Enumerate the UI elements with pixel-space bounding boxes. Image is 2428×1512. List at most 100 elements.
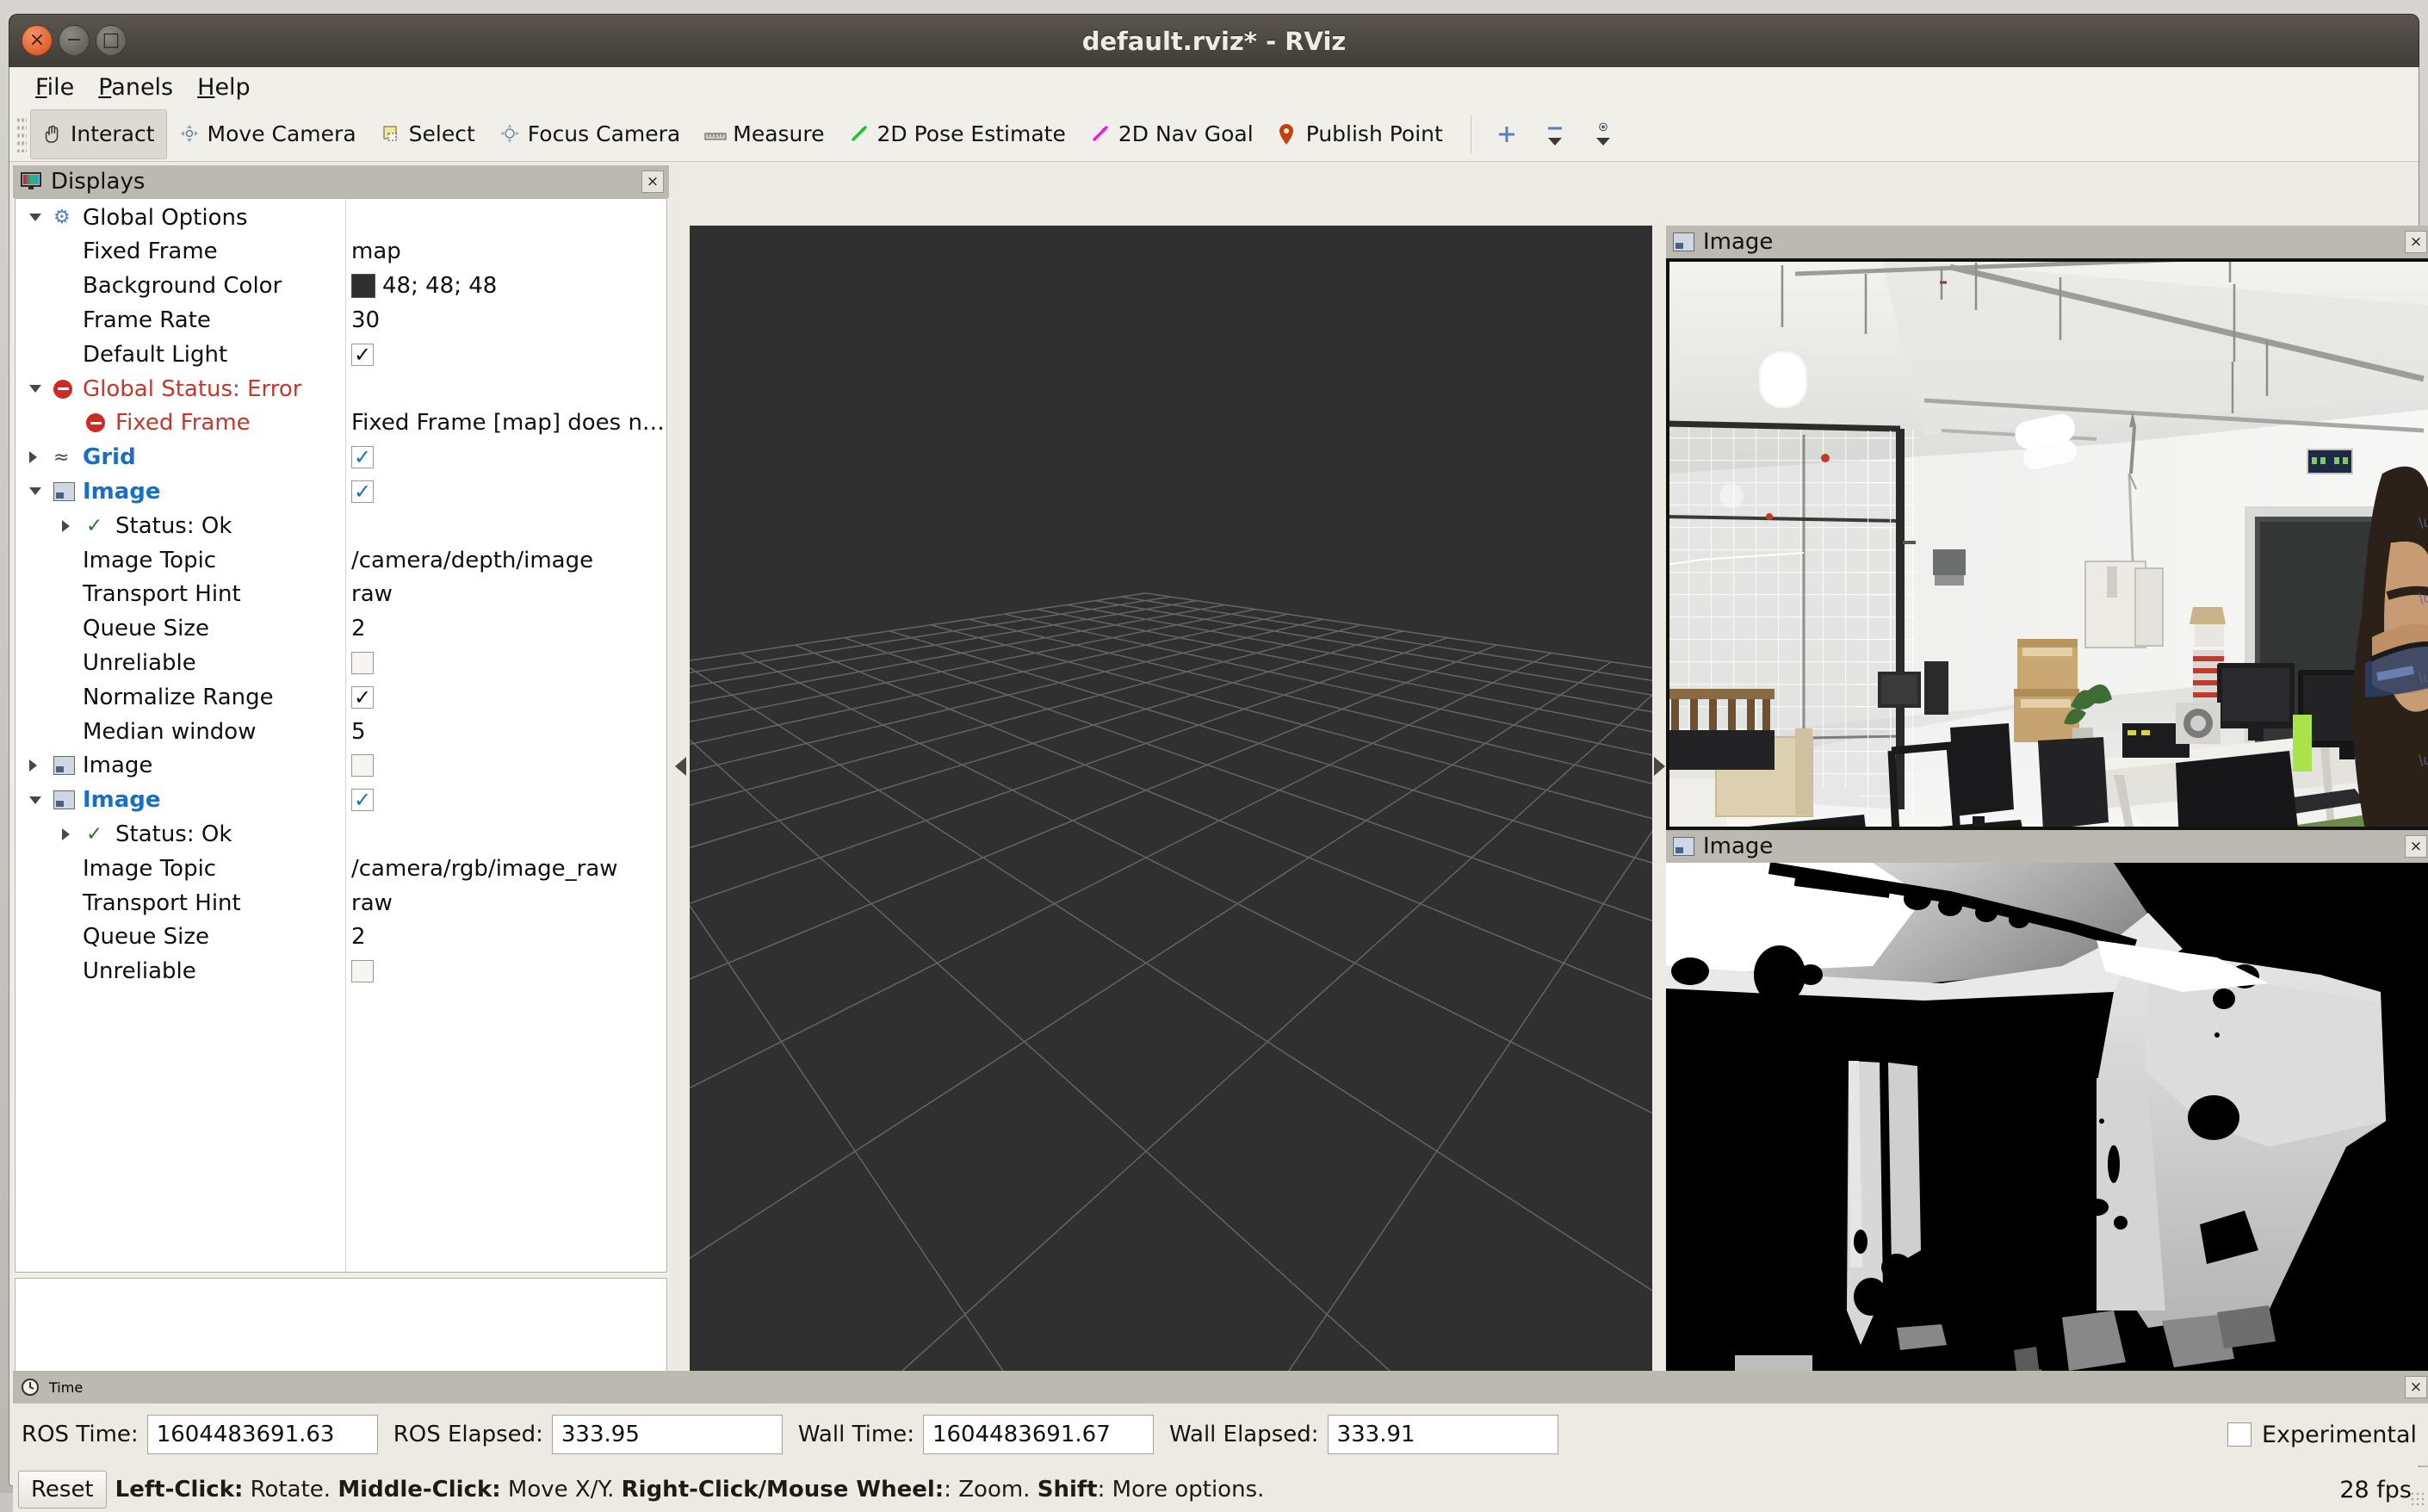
tree-row[interactable]: Queue Size 2 (15, 920, 666, 954)
tree-row-value[interactable]: ✓ (351, 446, 374, 469)
tool-2d-nav-goal[interactable]: 2D Nav Goal (1078, 109, 1266, 159)
tool-properties-button[interactable] (1590, 121, 1616, 146)
viewport-images-splitter[interactable] (1652, 165, 1666, 1367)
tree-row-value[interactable]: raw (351, 890, 393, 916)
checkbox[interactable] (351, 754, 374, 778)
chevron-right-icon[interactable] (62, 519, 70, 532)
tree-row[interactable]: Queue Size 2 (15, 612, 666, 646)
tree-row-value[interactable]: /camera/depth/image (351, 548, 593, 573)
tree-row-value[interactable] (351, 960, 374, 983)
tree-row[interactable]: ≈ Grid ✓ (15, 441, 666, 474)
tree-row-value[interactable]: Fixed Frame [map] does n… (351, 410, 665, 436)
tool-publish-point[interactable]: Publish Point (1266, 109, 1455, 159)
render-viewport-3d[interactable] (690, 226, 1652, 1424)
color-swatch[interactable] (351, 274, 375, 299)
experimental-toggle[interactable]: Experimental (2227, 1422, 2417, 1448)
tree-row[interactable]: Image ✓ (15, 784, 666, 817)
tree-row[interactable]: Frame Rate 30 (15, 303, 666, 337)
close-displays-panel-button[interactable]: × (641, 170, 664, 193)
tool-interact[interactable]: Interact (30, 108, 167, 159)
chevron-down-icon[interactable] (29, 385, 41, 393)
tree-row[interactable]: Unreliable (15, 955, 666, 988)
checkbox[interactable] (351, 651, 374, 674)
chevron-down-icon[interactable] (29, 487, 41, 496)
tree-row[interactable]: Normalize Range ✓ (15, 680, 666, 714)
tree-row-label: Normalize Range (83, 684, 274, 710)
close-image-panel-rgb-button[interactable]: × (2405, 231, 2427, 253)
tree-row-value[interactable]: ✓ (351, 343, 374, 366)
rgb-camera-view[interactable]: \u5f20 \u8868 \u4e2a \u65e5 (1666, 258, 2428, 830)
remove-tool-button[interactable] (1542, 121, 1568, 146)
tree-row-value[interactable]: 48; 48; 48 (351, 273, 497, 299)
tree-row-value[interactable]: ✓ (351, 685, 374, 709)
displays-viewport-splitter[interactable] (672, 165, 686, 1367)
checkbox[interactable]: ✓ (351, 685, 374, 709)
checkbox[interactable]: ✓ (351, 789, 374, 812)
tree-row-value[interactable]: ✓ (351, 480, 374, 503)
chevron-right-icon[interactable] (62, 827, 70, 840)
time-field-value[interactable]: 333.95 (551, 1415, 783, 1454)
tree-row-value[interactable]: map (351, 239, 401, 264)
close-image-panel-depth-button[interactable]: × (2405, 835, 2427, 858)
ok-status-icon: ✓ (86, 822, 103, 846)
close-time-panel-button[interactable]: × (2405, 1376, 2427, 1398)
tree-row[interactable]: Background Color 48; 48; 48 (15, 270, 666, 303)
time-field-value[interactable]: 1604483691.67 (922, 1415, 1154, 1454)
depth-camera-view[interactable] (1666, 863, 2428, 1424)
menu-item-file[interactable]: File (23, 72, 86, 102)
time-field-value[interactable]: 333.91 (1327, 1415, 1558, 1454)
chevron-right-icon[interactable] (29, 451, 37, 464)
tool-measure[interactable]: Measure (692, 109, 836, 159)
tree-row[interactable]: ✓ Status: Ok (15, 509, 666, 542)
tree-row-value[interactable]: ✓ (351, 789, 374, 812)
tree-row-value[interactable]: raw (351, 581, 393, 607)
tree-row[interactable]: Fixed Frame map (15, 235, 666, 269)
tool-2d-pose-estimate[interactable]: 2D Pose Estimate (837, 109, 1078, 159)
toolbar-grip[interactable] (16, 115, 27, 152)
tree-row[interactable]: Fixed Frame Fixed Frame [map] does n… (15, 406, 666, 440)
tree-row-value[interactable]: 5 (351, 719, 366, 745)
tool-focus-camera[interactable]: Focus Camera (487, 109, 692, 159)
tree-row[interactable]: Global Status: Error (15, 372, 666, 406)
collapse-left-icon[interactable] (675, 757, 686, 776)
checkbox[interactable]: ✓ (351, 480, 374, 503)
resize-grip-icon[interactable] (2410, 1491, 2427, 1509)
experimental-checkbox[interactable] (2227, 1422, 2251, 1447)
window-body: File Panels Help Interact Move Camera Select… (9, 67, 2428, 1512)
tree-row-value[interactable]: 2 (351, 924, 366, 950)
chevron-down-icon[interactable] (29, 796, 41, 804)
tree-row[interactable]: Default Light ✓ (15, 338, 666, 371)
tree-row[interactable]: Transport Hint raw (15, 578, 666, 611)
add-tool-button[interactable] (1494, 121, 1520, 147)
checkbox[interactable]: ✓ (351, 343, 374, 366)
tree-row[interactable]: ⚙ Global Options (15, 201, 666, 234)
tree-row[interactable]: Image Topic/camera/rgb/image_raw (15, 852, 666, 885)
time-field-value[interactable]: 1604483691.63 (146, 1415, 378, 1454)
tree-row[interactable]: Image Topic/camera/depth/image (15, 543, 666, 577)
checkbox[interactable]: ✓ (351, 446, 374, 469)
reset-button[interactable]: Reset (18, 1471, 107, 1509)
tool-move-camera[interactable]: Move Camera (167, 109, 369, 159)
chevron-down-icon[interactable] (29, 214, 41, 221)
tree-row-value[interactable]: 2 (351, 616, 366, 641)
tree-row-value[interactable] (351, 754, 374, 778)
menu-item-panels[interactable]: Panels (86, 72, 185, 102)
tree-row-label: Status: Ok (115, 821, 232, 847)
tree-row[interactable]: Image (15, 749, 666, 783)
tree-row-value[interactable] (351, 651, 374, 674)
tree-row[interactable]: Unreliable (15, 646, 666, 679)
tree-row[interactable]: Image ✓ (15, 474, 666, 508)
checkbox[interactable] (351, 960, 374, 983)
tree-row-value[interactable]: 30 (351, 307, 380, 333)
collapse-right-icon[interactable] (1653, 757, 1665, 776)
tree-row[interactable]: Median window 5 (15, 715, 666, 748)
tool-select[interactable]: Select (369, 109, 487, 159)
tree-row-label: Image (83, 753, 153, 779)
tree-row[interactable]: Transport Hint raw (15, 886, 666, 920)
tree-row[interactable]: ✓ Status: Ok (15, 817, 666, 851)
displays-tree[interactable]: ⚙ Global Options Fixed Frame map Background … (15, 198, 667, 1273)
chevron-right-icon[interactable] (29, 759, 37, 772)
tree-row-value[interactable]: /camera/rgb/image_raw (351, 856, 618, 882)
hint-segment: Rotate. (243, 1477, 338, 1503)
menu-item-help[interactable]: Help (185, 72, 263, 102)
